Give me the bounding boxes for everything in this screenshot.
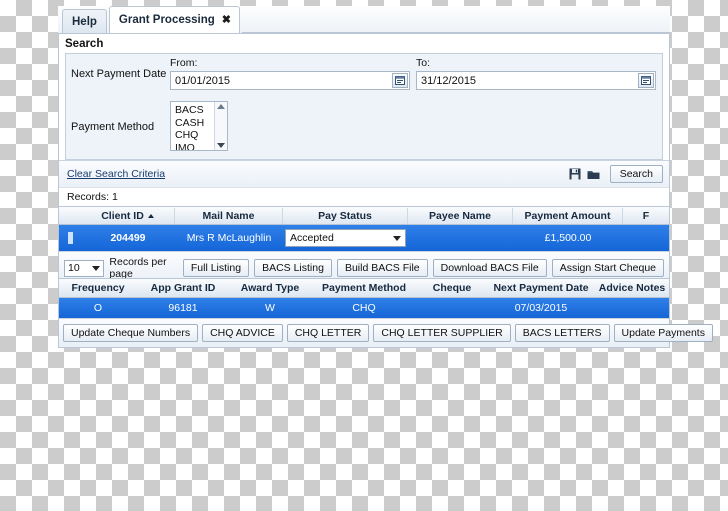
payment-method-group: BACS CASH CHQ IMO (170, 94, 662, 159)
tab-help-label: Help (72, 16, 97, 28)
next-payment-date-row: Next Payment Date From: 01/01/2015 To: 3… (66, 54, 662, 94)
from-date-input[interactable] (171, 73, 392, 88)
detail-grid-header: Frequency App Grant ID Award Type Paymen… (59, 279, 669, 298)
calendar-glyph (641, 76, 651, 85)
records-label: Records: (67, 191, 110, 203)
column-header-frequency[interactable]: Frequency (59, 282, 137, 294)
next-payment-date-label: Next Payment Date (71, 68, 167, 80)
payment-method-label: Payment Method (71, 120, 155, 133)
column-header-next-payment-date[interactable]: Next Payment Date (487, 282, 595, 294)
chq-letter-supplier-button[interactable]: CHQ LETTER SUPPLIER (373, 324, 511, 342)
build-bacs-file-button[interactable]: Build BACS File (336, 259, 428, 277)
cell-award-type: W (265, 302, 275, 314)
results-grid-header: Client ID Mail Name Pay Status Payee Nam… (59, 207, 669, 225)
column-header-payee-name[interactable]: Payee Name (408, 207, 513, 224)
chevron-down-icon[interactable] (217, 143, 225, 148)
column-header-app-grant-id[interactable]: App Grant ID (137, 282, 229, 294)
cell-next-payment-date: 07/03/2015 (514, 302, 568, 314)
from-label: From: (170, 57, 198, 69)
search-criteria-box: Next Payment Date From: 01/01/2015 To: 3… (65, 53, 663, 160)
records-count: 1 (111, 191, 118, 203)
application-window: Help Grant Processing ✖ Search Next Paym… (58, 6, 670, 297)
download-bacs-file-button[interactable]: Download BACS File (432, 259, 547, 277)
chq-letter-button[interactable]: CHQ LETTER (286, 324, 370, 342)
tab-strip-filler (242, 5, 670, 33)
payment-method-options[interactable]: BACS CASH CHQ IMO (171, 102, 214, 150)
page-size-value: 10 (68, 262, 80, 274)
to-date-input[interactable] (417, 73, 638, 88)
from-date-field[interactable] (170, 71, 410, 90)
folder-glyph (587, 170, 600, 179)
records-per-page-label: Records per page (109, 256, 167, 280)
payment-method-listbox[interactable]: BACS CASH CHQ IMO (170, 101, 228, 151)
table-row[interactable]: 204499 Mrs R McLaughlin Accepted £1,500.… (59, 225, 669, 251)
grant-detail-panel: Frequency App Grant ID Award Type Paymen… (58, 278, 713, 348)
save-icon[interactable] (568, 167, 582, 181)
list-item[interactable]: CASH (175, 117, 214, 130)
tab-grant-processing-label: Grant Processing (118, 14, 215, 26)
column-header-payment-amount[interactable]: Payment Amount (513, 207, 623, 224)
close-icon[interactable]: ✖ (222, 14, 231, 26)
calendar-icon[interactable] (638, 73, 654, 88)
open-folder-icon[interactable] (587, 167, 601, 181)
clear-search-criteria-link[interactable]: Clear Search Criteria (67, 168, 165, 180)
column-header-cheque[interactable]: Cheque (417, 282, 487, 294)
chq-advice-button[interactable]: CHQ ADVICE (202, 324, 283, 342)
search-action-bar: Clear Search Criteria Search (59, 160, 669, 187)
to-date-group: To: (416, 54, 662, 94)
cell-frequency: O (93, 302, 103, 314)
search-panel: Search Next Payment Date From: 01/01/201… (58, 34, 670, 297)
cell-payment-amount: £1,500.00 (544, 232, 592, 244)
floppy-glyph (569, 168, 581, 180)
update-cheque-numbers-button[interactable]: Update Cheque Numbers (63, 324, 199, 342)
to-label: To: (416, 57, 431, 69)
cell-pay-status[interactable]: Accepted (283, 229, 408, 247)
assign-start-cheque-button[interactable]: Assign Start Cheque (551, 259, 664, 277)
column-header-client-id[interactable]: Client ID (81, 207, 175, 224)
cell-mail-name: Mrs R McLaughlin (186, 232, 272, 244)
column-header-frequency-truncated[interactable]: F (623, 208, 669, 224)
column-header-award-type[interactable]: Award Type (229, 282, 311, 294)
full-listing-button[interactable]: Full Listing (182, 259, 250, 277)
cell-app-grant-id: 96181 (168, 302, 198, 314)
chevron-right-icon[interactable] (67, 232, 73, 244)
table-row[interactable]: O 96181 W CHQ 07/03/2015 (59, 298, 669, 318)
chevron-down-icon[interactable] (92, 265, 101, 271)
search-button[interactable]: Search (609, 165, 663, 183)
pay-status-value: Accepted (290, 232, 334, 244)
page-size-dropdown[interactable]: 10 (64, 259, 105, 277)
column-header-pay-status[interactable]: Pay Status (283, 207, 408, 224)
tab-help[interactable]: Help (62, 9, 107, 33)
from-date-group: From: (170, 54, 416, 94)
column-header-client-id-label: Client ID (101, 209, 144, 222)
calendar-glyph (395, 76, 405, 85)
list-item[interactable]: BACS (175, 104, 214, 117)
row-expander[interactable] (59, 232, 81, 244)
detail-action-buttons: Update Cheque Numbers CHQ ADVICE CHQ LET… (59, 318, 713, 347)
tab-grant-processing[interactable]: Grant Processing ✖ (108, 6, 241, 33)
update-payments-button[interactable]: Update Payments (613, 324, 713, 342)
tab-strip: Help Grant Processing ✖ (58, 6, 670, 34)
sort-ascending-icon (147, 213, 154, 218)
to-date-field[interactable] (416, 71, 656, 90)
list-item[interactable]: IMO (175, 142, 214, 151)
chevron-up-icon[interactable] (217, 104, 225, 109)
pay-status-dropdown[interactable]: Accepted (285, 229, 406, 247)
bacs-listing-button[interactable]: BACS Listing (254, 259, 332, 277)
chevron-down-icon[interactable] (393, 235, 401, 241)
cell-payment-method: CHQ (352, 302, 376, 314)
records-count-line: Records: 1 (59, 187, 669, 206)
column-header-payment-method[interactable]: Payment Method (311, 282, 417, 294)
list-item[interactable]: CHQ (175, 129, 214, 142)
calendar-icon[interactable] (392, 73, 408, 88)
search-panel-title: Search (59, 34, 669, 53)
listbox-scrollbar[interactable] (214, 102, 227, 150)
results-grid: Client ID Mail Name Pay Status Payee Nam… (59, 206, 669, 251)
column-header-advice-notes[interactable]: Advice Notes (595, 282, 669, 294)
bacs-letters-button[interactable]: BACS LETTERS (514, 324, 610, 342)
column-header-mail-name[interactable]: Mail Name (175, 207, 283, 224)
cell-client-id: 204499 (110, 232, 146, 244)
payment-method-row: Payment Method BACS CASH CHQ IMO (66, 94, 662, 159)
